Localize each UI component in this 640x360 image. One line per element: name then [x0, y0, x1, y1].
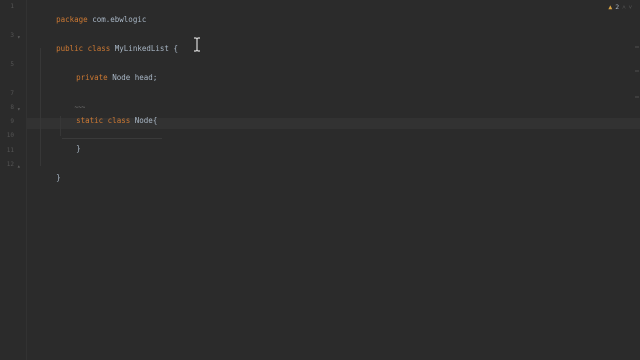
fold-end-icon[interactable]: ▴: [17, 164, 22, 170]
code-line-package[interactable]: package com.ebwlogic: [38, 2, 146, 24]
line-number: 11: [6, 147, 14, 154]
keyword-token: private: [76, 73, 113, 82]
code-line-hint: ~~~: [60, 90, 85, 111]
code-line-class-decl[interactable]: public class MyLinkedList {: [38, 31, 178, 53]
class-name-token: MyLinkedList: [114, 44, 174, 53]
gutter-divider: [26, 0, 27, 360]
line-number: 1: [10, 3, 14, 10]
next-highlight-icon[interactable]: ˅: [629, 4, 632, 11]
line-number: 9: [10, 118, 14, 125]
line-number: 10: [6, 132, 14, 139]
keyword-token: package: [56, 15, 93, 24]
warning-icon: ▲: [608, 3, 613, 11]
package-name-token: com.ebwlogic: [92, 15, 147, 24]
code-editor[interactable]: 1 3 5 7 8 9 10 11 12 ▾ ▾ ▴ package com.e…: [0, 0, 640, 360]
brace-token: }: [56, 173, 61, 182]
class-name-token: Node: [134, 116, 153, 125]
keyword-token: public class: [56, 44, 115, 53]
code-line-close-nested[interactable]: }: [58, 131, 81, 153]
fold-arrow-icon[interactable]: ▾: [17, 107, 22, 113]
type-token: Node: [112, 73, 135, 82]
keyword-token: static class: [76, 116, 135, 125]
line-number: 12: [6, 161, 14, 168]
code-line-empty[interactable]: [38, 146, 56, 158]
line-number: 8: [10, 104, 14, 111]
field-name-token: head;: [134, 73, 158, 82]
warning-count: 2: [615, 3, 620, 11]
brace-token: {: [173, 44, 178, 53]
stripe-mark[interactable]: [635, 96, 639, 98]
line-number: 5: [10, 61, 14, 68]
inspection-widget[interactable]: ▲ 2 ˄ ˅: [608, 2, 632, 12]
stripe-mark[interactable]: [635, 46, 639, 48]
line-number: 7: [10, 90, 14, 97]
brace-token: {: [152, 116, 158, 125]
underline-hint: [62, 138, 162, 139]
code-line-empty[interactable]: [58, 117, 76, 129]
line-number: 3: [10, 32, 14, 39]
previous-highlight-icon[interactable]: ˄: [622, 4, 625, 11]
brace-token: }: [76, 144, 81, 153]
code-line-close-class[interactable]: }: [38, 160, 61, 182]
code-line-field[interactable]: private Node head;: [58, 60, 157, 82]
fold-arrow-icon[interactable]: ▾: [17, 35, 22, 41]
text-cursor-icon: [194, 37, 200, 52]
error-stripe[interactable]: [634, 0, 640, 360]
line-gutter: [0, 0, 26, 360]
stripe-mark[interactable]: [635, 70, 639, 72]
code-line-nested-class[interactable]: static class Node{: [58, 103, 157, 125]
